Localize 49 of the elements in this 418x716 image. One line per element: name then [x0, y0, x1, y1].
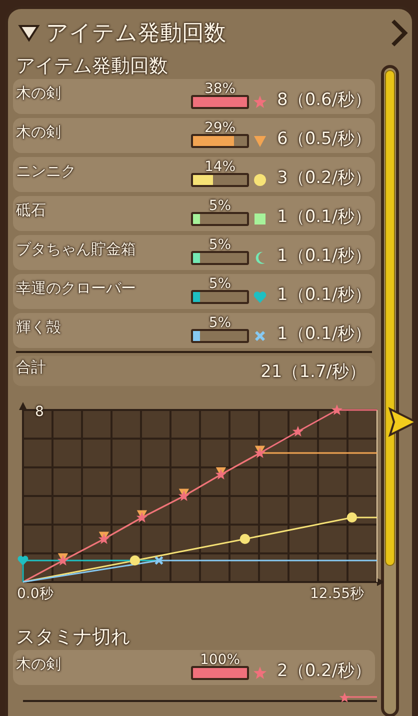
star-icon [178, 490, 190, 502]
count-label: 1（0.1/秒） [277, 206, 372, 229]
count-label: 2（0.2/秒） [277, 660, 372, 683]
count-label: 1（0.1/秒） [277, 284, 372, 307]
axis-label: 0.0秒 [17, 585, 54, 604]
count-label: 6（0.5/秒） [277, 128, 372, 151]
item-name: ニンニク [16, 161, 77, 182]
star-icon [292, 426, 304, 437]
item-name: 輝く殻 [16, 317, 62, 338]
star-icon [136, 512, 148, 523]
item-name: 幸運のクローバー [16, 278, 137, 299]
axis-label: 12.55秒 [310, 585, 364, 604]
total-label: 合計 [16, 357, 46, 378]
axis-label: 8 [35, 403, 44, 422]
count-label: 1（0.1/秒） [277, 322, 372, 346]
cross-icon [154, 556, 164, 565]
series-line [347, 696, 377, 698]
count-label: 1（0.1/秒） [277, 244, 372, 268]
item-name: 木の剣 [16, 122, 62, 143]
section-toggle[interactable]: アイテム発動回数 [18, 16, 226, 50]
circle-icon [130, 555, 140, 566]
count-label: 8（0.6/秒） [277, 88, 372, 112]
scrollbar-thumb[interactable] [385, 70, 395, 566]
star-icon [331, 404, 342, 416]
star-icon [57, 554, 68, 566]
heart-icon [18, 556, 28, 566]
percent-label: 14% [203, 158, 237, 174]
circle-icon [346, 512, 358, 523]
circle-icon [240, 534, 250, 544]
item-name: ブタちゃん貯金箱 [16, 239, 137, 260]
percent-label: 5% [208, 314, 232, 330]
total-count: 21（1.7/秒） [260, 361, 367, 384]
percent-label: 5% [208, 276, 232, 292]
item-name: 木の剣 [16, 83, 62, 104]
percent-label: 29% [203, 120, 237, 136]
scrollbar-track[interactable] [381, 65, 399, 716]
item-name: 砥石 [16, 200, 47, 221]
section-title: アイテム発動回数 [15, 54, 169, 79]
percent-label: 5% [208, 236, 232, 252]
star-icon [254, 447, 266, 458]
star-icon [215, 468, 226, 480]
star-icon [98, 533, 110, 544]
section-title: スタミナ切れ [15, 625, 131, 650]
star-icon [339, 692, 350, 702]
percent-label: 38% [203, 80, 237, 96]
percent-label: 100% [198, 652, 242, 668]
count-label: 3（0.2/秒） [277, 166, 372, 190]
percent-label: 5% [208, 198, 232, 214]
item-name: 木の剣 [16, 654, 62, 675]
